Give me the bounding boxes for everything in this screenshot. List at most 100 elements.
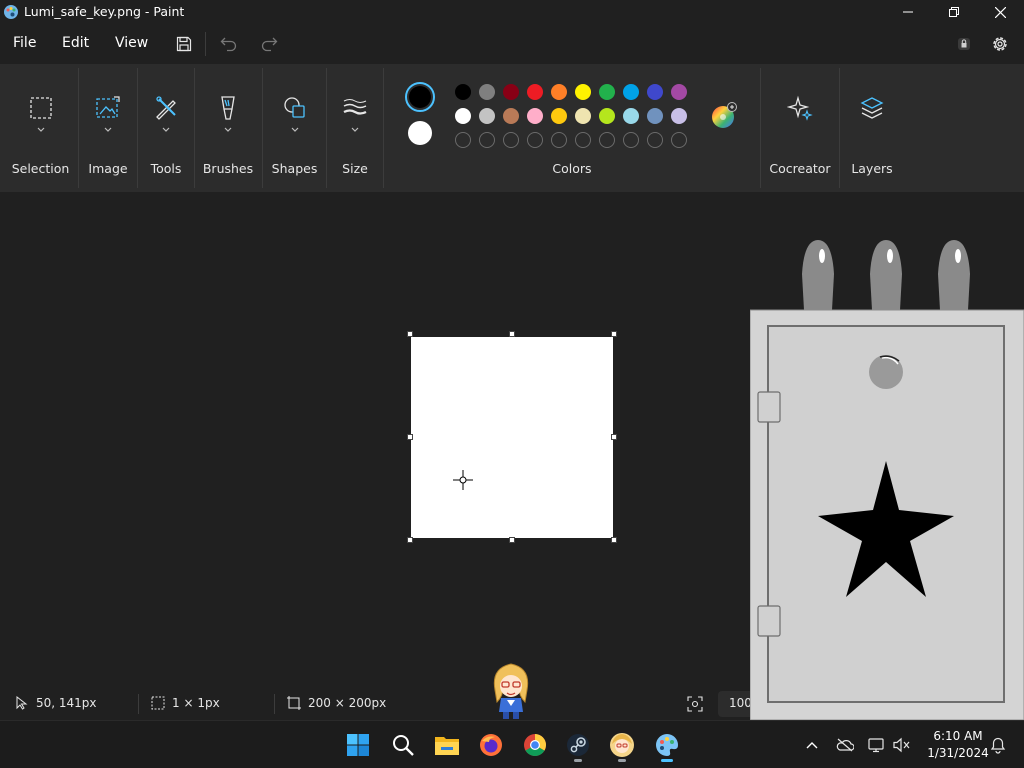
custom-color-slot[interactable] <box>455 132 471 148</box>
restore-icon <box>949 7 959 17</box>
color-swatch[interactable] <box>671 84 687 100</box>
chevron-down-icon <box>224 127 232 132</box>
custom-color-slot[interactable] <box>599 132 615 148</box>
firefox-button[interactable] <box>473 727 509 763</box>
canvas-resize-handle[interactable] <box>611 434 617 440</box>
cursor-position: 50, 141px <box>36 696 97 710</box>
secondary-color-button[interactable] <box>408 121 432 145</box>
ribbon-group-shapes[interactable]: Shapes <box>264 64 325 188</box>
pointer-icon <box>16 696 28 710</box>
color-swatch[interactable] <box>455 108 471 124</box>
paint-app-icon <box>656 734 678 756</box>
canvas-size: 200 × 200px <box>308 696 387 710</box>
custom-color-slot[interactable] <box>575 132 591 148</box>
settings-button[interactable] <box>988 32 1012 56</box>
color-swatch[interactable] <box>623 84 639 100</box>
custom-color-slot[interactable] <box>551 132 567 148</box>
ribbon-group-image[interactable]: Image <box>80 64 136 188</box>
color-swatch[interactable] <box>527 84 543 100</box>
custom-color-slot[interactable] <box>503 132 519 148</box>
color-swatch[interactable] <box>503 84 519 100</box>
menu-edit[interactable]: Edit <box>62 35 89 51</box>
ribbon-label-brushes: Brushes <box>202 161 254 176</box>
save-button[interactable] <box>172 32 196 56</box>
paint-app-button[interactable] <box>649 727 685 763</box>
color-swatch[interactable] <box>647 84 663 100</box>
settings-icon <box>993 37 1007 51</box>
canvas-resize-handle[interactable] <box>509 331 515 337</box>
lumi-character-sprite <box>489 660 533 720</box>
drawing-canvas[interactable] <box>411 337 613 538</box>
color-swatch[interactable] <box>623 108 639 124</box>
canvas-resize-handle[interactable] <box>407 331 413 337</box>
file-explorer-button[interactable] <box>429 727 465 763</box>
account-button[interactable] <box>952 32 976 56</box>
chrome-button[interactable] <box>517 727 553 763</box>
minimize-icon <box>903 11 913 13</box>
ribbon-label-selection: Selection <box>11 161 70 176</box>
chevron-down-icon <box>291 127 298 132</box>
ribbon-label-layers: Layers <box>851 161 893 176</box>
custom-color-slot[interactable] <box>527 132 543 148</box>
restore-button[interactable] <box>931 0 977 24</box>
color-swatch[interactable] <box>575 84 591 100</box>
menu-file[interactable]: File <box>13 35 36 51</box>
color-swatch[interactable] <box>551 84 567 100</box>
canvas-resize-handle[interactable] <box>407 434 413 440</box>
status-separator <box>138 694 139 714</box>
canvas-resize-handle[interactable] <box>407 537 413 543</box>
color-swatch[interactable] <box>455 84 471 100</box>
steam-icon <box>567 734 589 756</box>
primary-color-button[interactable] <box>405 82 435 112</box>
taskbar: 6:10 AM 1/31/2024 <box>0 720 1024 768</box>
color-swatch[interactable] <box>671 108 687 124</box>
color-swatch[interactable] <box>503 108 519 124</box>
edit-colors-button[interactable] <box>710 102 738 130</box>
selection-icon <box>27 94 55 122</box>
custom-color-slot[interactable] <box>479 132 495 148</box>
onedrive-button[interactable] <box>833 733 857 757</box>
search-button[interactable] <box>385 727 421 763</box>
custom-color-slot[interactable] <box>647 132 663 148</box>
color-swatch[interactable] <box>479 108 495 124</box>
start-button[interactable] <box>340 727 376 763</box>
custom-color-slot[interactable] <box>623 132 639 148</box>
steam-button[interactable] <box>560 727 596 763</box>
volume-button[interactable] <box>890 733 914 757</box>
ribbon-group-tools[interactable]: Tools <box>139 64 193 188</box>
selection-size: 1 × 1px <box>172 696 220 710</box>
ribbon-group-layers[interactable]: Layers <box>841 64 903 188</box>
ribbon-group-selection[interactable]: Selection <box>4 64 77 188</box>
lumi-app-button[interactable] <box>604 727 640 763</box>
undo-button[interactable] <box>217 32 241 56</box>
file-explorer-icon <box>435 737 459 755</box>
color-swatch[interactable] <box>599 84 615 100</box>
canvas-resize-handle[interactable] <box>611 331 617 337</box>
chevron-down-icon <box>351 127 359 132</box>
color-swatch[interactable] <box>599 108 615 124</box>
ribbon-label-cocreator: Cocreator <box>769 161 831 176</box>
ribbon-group-brushes[interactable]: Brushes <box>196 64 260 188</box>
color-swatch[interactable] <box>551 108 567 124</box>
network-button[interactable] <box>865 733 889 757</box>
close-button[interactable] <box>977 0 1023 24</box>
color-swatch[interactable] <box>647 108 663 124</box>
color-swatch[interactable] <box>479 84 495 100</box>
fit-to-window-button[interactable] <box>684 693 706 715</box>
menu-separator <box>205 32 206 56</box>
ribbon-group-size[interactable]: Size <box>328 64 382 188</box>
redo-button[interactable] <box>257 32 281 56</box>
show-hidden-icons-button[interactable] <box>800 733 824 757</box>
ribbon-label-colors: Colors <box>552 161 592 176</box>
color-swatch[interactable] <box>527 108 543 124</box>
color-swatch[interactable] <box>575 108 591 124</box>
canvas-resize-handle[interactable] <box>611 537 617 543</box>
canvas-resize-handle[interactable] <box>509 537 515 543</box>
layers-icon <box>858 94 886 122</box>
notifications-button[interactable] <box>986 733 1010 757</box>
ribbon-separator <box>326 68 327 188</box>
custom-color-slot[interactable] <box>671 132 687 148</box>
menu-view[interactable]: View <box>115 35 148 51</box>
minimize-button[interactable] <box>885 0 931 24</box>
ribbon-group-cocreator[interactable]: Cocreator <box>762 64 838 188</box>
